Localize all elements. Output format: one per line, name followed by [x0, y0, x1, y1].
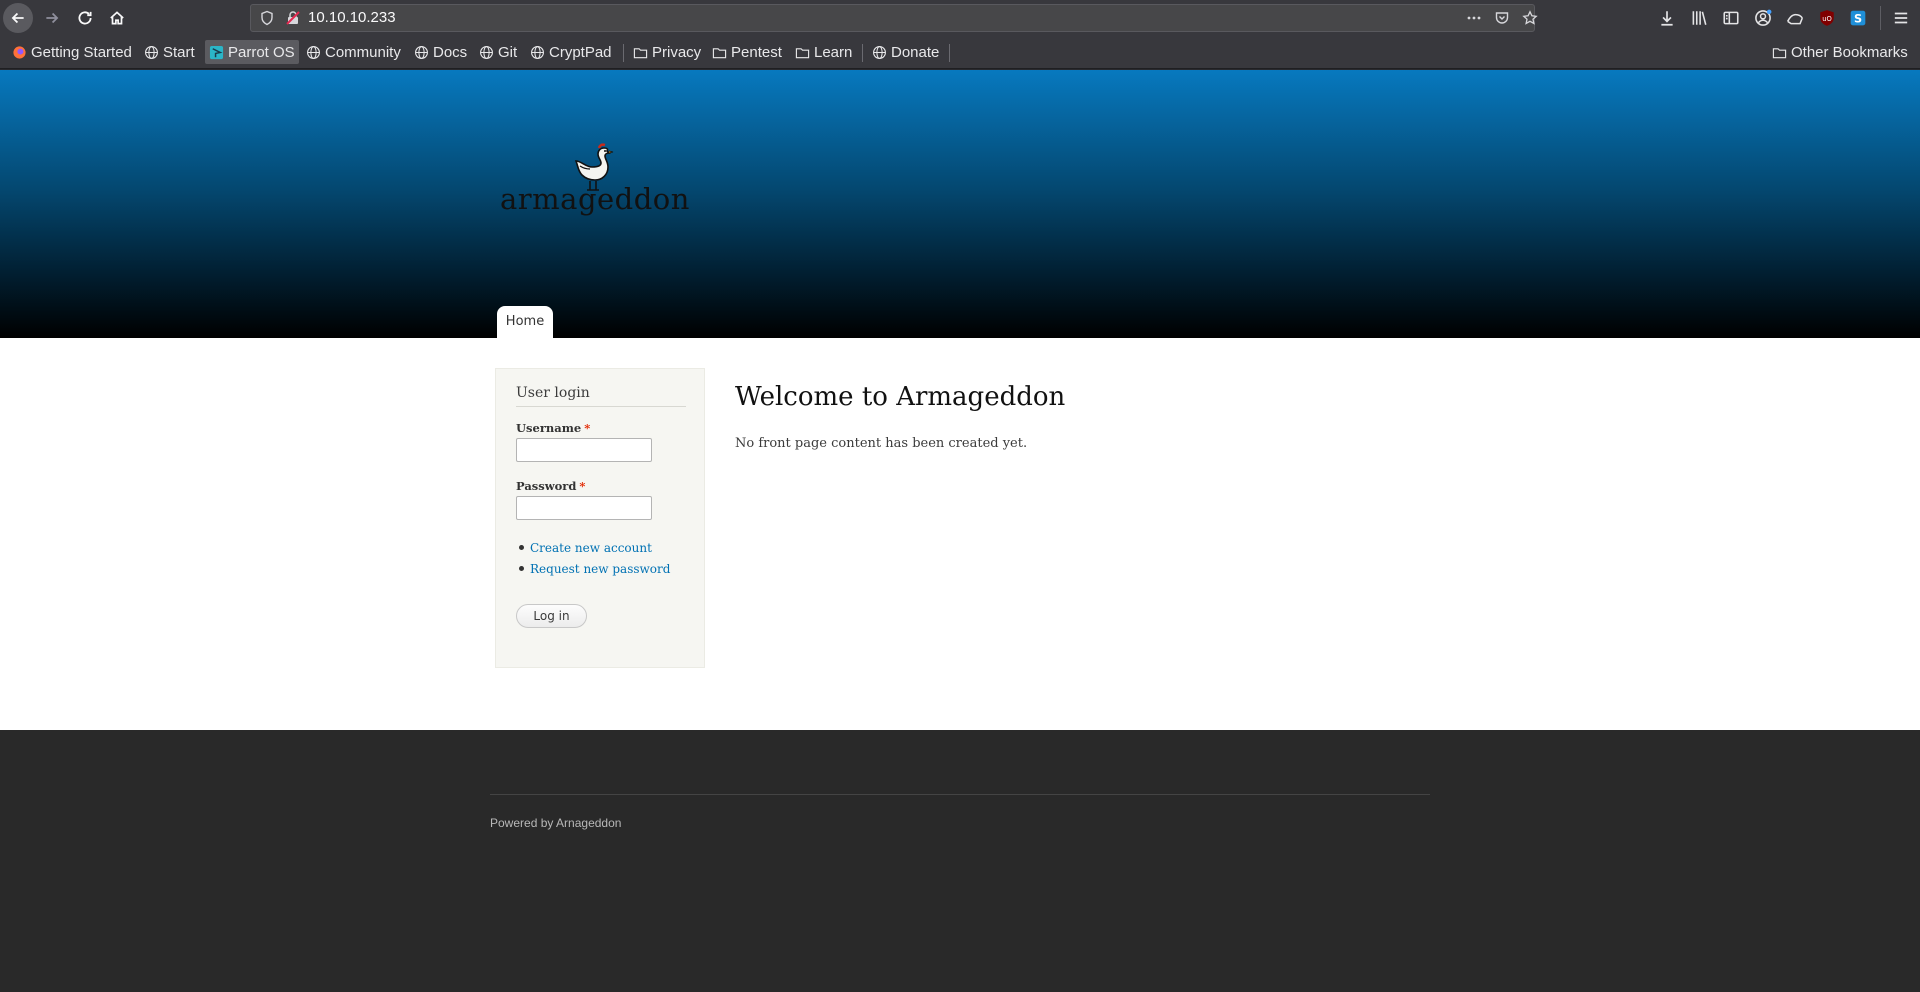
- s-extension-icon[interactable]: S: [1848, 8, 1868, 28]
- reload-button[interactable]: [70, 3, 100, 33]
- bookmark-docs[interactable]: Docs: [410, 40, 471, 64]
- globe-icon: [307, 45, 320, 59]
- arrow-right-icon: [46, 12, 59, 24]
- site-logo[interactable]: armageddon: [496, 142, 689, 230]
- page-actions-icon[interactable]: [1464, 9, 1484, 27]
- shield-icon[interactable]: [259, 10, 275, 26]
- bookmark-label: Start: [163, 43, 195, 61]
- password-label-text: Password: [516, 479, 577, 493]
- powered-by-text: Powered by Arnageddon: [490, 816, 622, 830]
- username-label: Username *: [516, 421, 590, 435]
- tab-home[interactable]: Home: [497, 306, 553, 338]
- bookmark-folder-pentest[interactable]: Pentest: [708, 40, 786, 64]
- browser-toolbar: 10.10.10.233 uO S: [0, 0, 1920, 35]
- insecure-lock-icon[interactable]: [285, 10, 301, 26]
- extension-icon[interactable]: [1785, 8, 1805, 28]
- globe-icon: [531, 45, 544, 59]
- reload-icon: [78, 11, 92, 25]
- bookmark-label: Getting Started: [31, 43, 132, 61]
- bookmark-label: Other Bookmarks: [1791, 43, 1908, 61]
- bookmark-label: Parrot OS: [228, 43, 295, 61]
- site-name: armageddon: [500, 182, 690, 216]
- create-account-link[interactable]: Create new account: [530, 541, 652, 555]
- back-button[interactable]: [3, 3, 33, 33]
- required-marker: *: [584, 421, 591, 435]
- folder-icon: [633, 47, 648, 58]
- globe-icon: [480, 45, 493, 59]
- globe-icon: [145, 45, 158, 59]
- firefox-icon: [13, 45, 26, 59]
- folder-icon: [795, 47, 810, 58]
- menu-icon[interactable]: [1891, 8, 1911, 28]
- forward-button[interactable]: [37, 3, 67, 33]
- folder-icon: [1772, 47, 1787, 58]
- bookmark-separator: [862, 44, 863, 62]
- list-item: Request new password: [516, 558, 696, 579]
- required-marker: *: [579, 479, 586, 493]
- bookmark-label: Docs: [433, 43, 468, 61]
- bookmark-parrot-os[interactable]: Parrot OS: [205, 40, 299, 64]
- bookmarks-toolbar: Getting Started Start Parrot OS Communit…: [0, 35, 1920, 69]
- bookmark-label: CryptPad: [549, 43, 612, 61]
- bookmark-separator: [949, 44, 950, 62]
- bookmark-label: Donate: [891, 43, 940, 61]
- toolbar-separator: [1880, 6, 1881, 30]
- bookmark-label: Privacy: [652, 43, 702, 61]
- site-header: armageddon Home: [0, 70, 1920, 338]
- password-input[interactable]: [516, 496, 652, 520]
- footer-divider: [490, 794, 1430, 795]
- bookmark-label: Git: [498, 43, 518, 61]
- svg-text:S: S: [1854, 13, 1862, 26]
- page-title: Welcome to Armageddon: [735, 382, 1066, 412]
- bookmark-star-icon[interactable]: [1520, 9, 1540, 27]
- url-bar[interactable]: 10.10.10.233: [250, 4, 1538, 32]
- bookmark-start[interactable]: Start: [140, 40, 199, 64]
- password-label: Password *: [516, 479, 585, 493]
- home-button[interactable]: [102, 3, 132, 33]
- bullet: [519, 545, 524, 550]
- folder-icon: [712, 47, 727, 58]
- svg-text:uO: uO: [1822, 15, 1832, 23]
- globe-icon: [873, 45, 886, 59]
- pocket-icon[interactable]: [1492, 9, 1512, 27]
- bookmark-label: Pentest: [731, 43, 782, 61]
- bookmark-cryptpad[interactable]: CryptPad: [526, 40, 616, 64]
- web-page: armageddon Home User login Username * Pas…: [0, 70, 1920, 992]
- library-icon[interactable]: [1689, 8, 1709, 28]
- parrot-icon: [209, 45, 224, 59]
- user-login-block: User login Username * Password * Create ne…: [495, 368, 705, 668]
- bookmark-folder-learn[interactable]: Learn: [791, 40, 856, 64]
- account-icon[interactable]: [1753, 8, 1773, 28]
- bookmark-getting-started[interactable]: Getting Started: [8, 40, 136, 64]
- download-icon[interactable]: [1657, 8, 1677, 28]
- username-label-text: Username: [516, 421, 582, 435]
- bookmark-community[interactable]: Community: [302, 40, 405, 64]
- site-footer: Powered by Arnageddon: [0, 730, 1920, 992]
- bookmark-folder-privacy[interactable]: Privacy: [629, 40, 705, 64]
- sidebar-icon[interactable]: [1721, 8, 1741, 28]
- url-text[interactable]: 10.10.10.233: [308, 9, 396, 26]
- list-item: Create new account: [516, 537, 696, 558]
- bookmark-label: Community: [325, 43, 401, 61]
- log-in-button[interactable]: Log in: [516, 604, 587, 628]
- bookmark-git[interactable]: Git: [475, 40, 521, 64]
- username-input[interactable]: [516, 438, 652, 462]
- bookmark-label: Learn: [814, 43, 853, 61]
- bookmark-other-bookmarks[interactable]: Other Bookmarks: [1768, 40, 1912, 64]
- bookmark-separator: [623, 44, 624, 62]
- page-content-text: No front page content has been created y…: [735, 436, 1028, 451]
- home-icon: [110, 11, 124, 25]
- globe-icon: [415, 45, 428, 59]
- request-password-link[interactable]: Request new password: [530, 562, 670, 576]
- login-links: Create new account Request new password: [516, 537, 696, 579]
- ublock-origin-icon[interactable]: uO: [1817, 8, 1837, 28]
- user-login-title: User login: [516, 385, 686, 407]
- bullet: [519, 566, 524, 571]
- bookmark-donate[interactable]: Donate: [868, 40, 943, 64]
- arrow-left-icon: [11, 12, 24, 24]
